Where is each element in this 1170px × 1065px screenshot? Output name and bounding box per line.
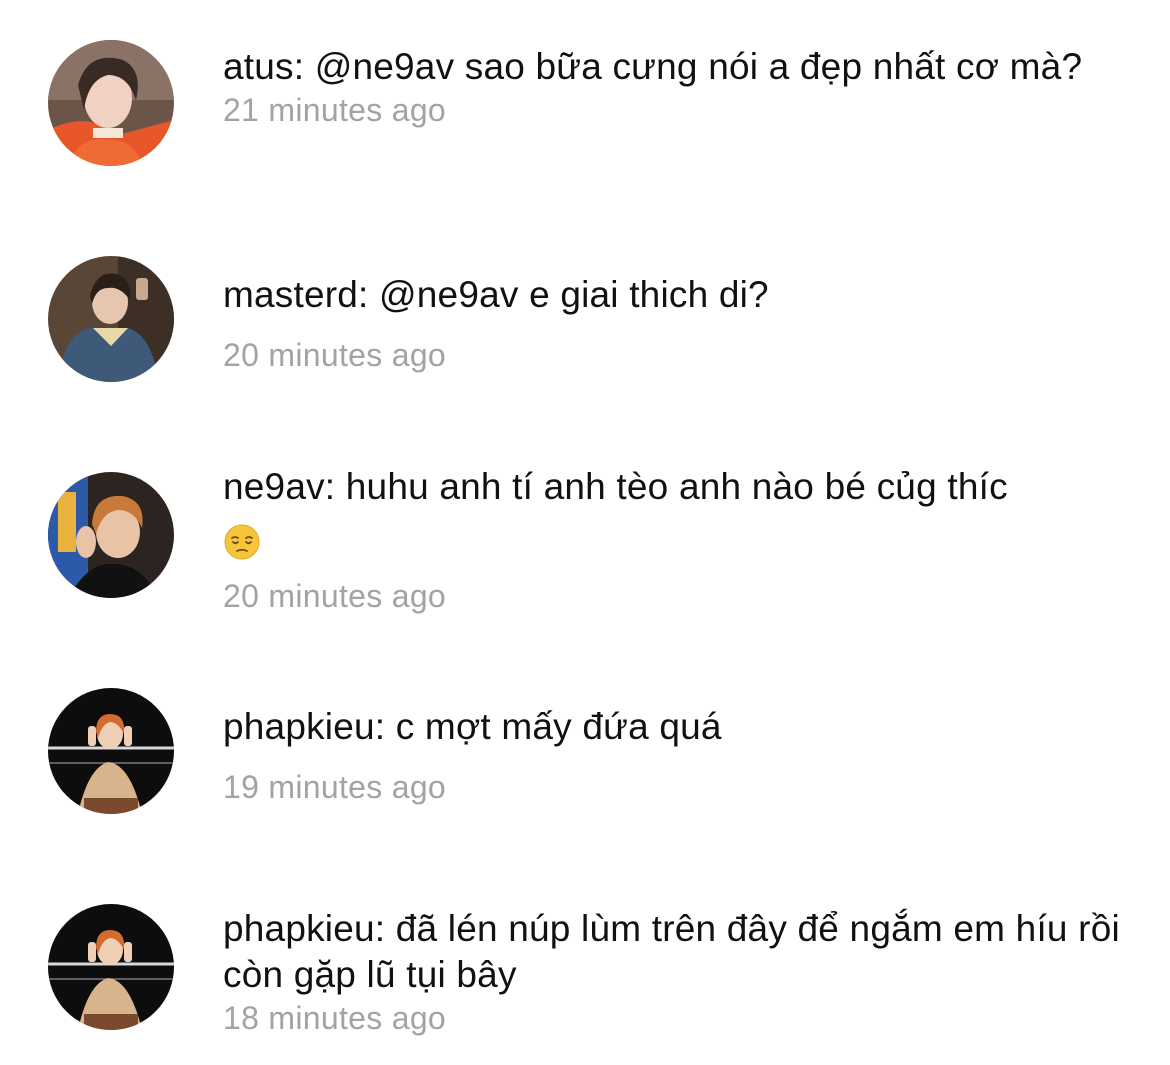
comment-text: phapkieu: c mợt mấy đứa quá: [223, 706, 722, 747]
user-avatar[interactable]: [48, 256, 174, 382]
avatar-image: [48, 688, 174, 814]
comment-timestamp: 21 minutes ago: [223, 92, 447, 128]
comment-timestamp: 20 minutes ago: [223, 578, 447, 614]
comment-text: atus: @ne9av sao bữa cưng nói a đẹp nhất…: [223, 46, 1083, 87]
comment-text: ne9av: huhu anh tí anh tèo anh nào bé củ…: [223, 464, 1123, 566]
pensive-face-emoji: [224, 524, 260, 560]
comment-text: phapkieu: đã lén núp lùm trên đây để ngắ…: [223, 908, 1120, 995]
comment-text: masterd: @ne9av e giai thich di?: [223, 274, 769, 315]
user-avatar[interactable]: [48, 904, 174, 1030]
comment-timestamp: 18 minutes ago: [223, 1000, 447, 1036]
user-avatar[interactable]: [48, 688, 174, 814]
user-avatar[interactable]: [48, 40, 174, 166]
avatar-image: [48, 256, 174, 382]
user-avatar[interactable]: [48, 472, 174, 598]
avatar-image: [48, 904, 174, 1030]
avatar-image: [48, 40, 174, 166]
comment-timestamp: 19 minutes ago: [223, 769, 447, 805]
avatar-image: [48, 472, 174, 598]
comment-timestamp: 20 minutes ago: [223, 337, 447, 373]
comment-text-body: ne9av: huhu anh tí anh tèo anh nào bé củ…: [223, 466, 1008, 507]
